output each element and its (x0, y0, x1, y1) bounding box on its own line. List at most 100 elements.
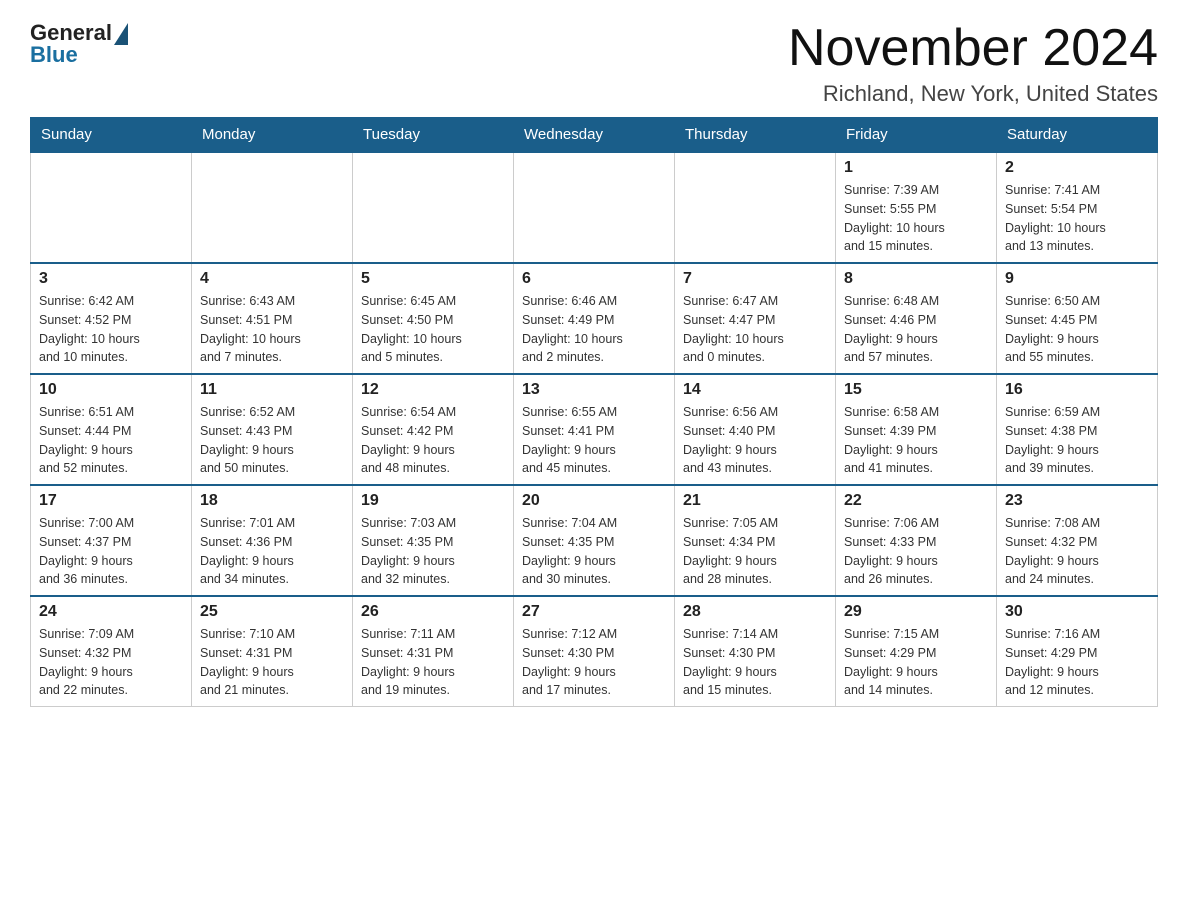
calendar-cell: 16 Sunrise: 6:59 AM Sunset: 4:38 PM Dayli… (997, 374, 1158, 485)
day-number: 12 (361, 381, 505, 399)
day-info: Sunrise: 7:12 AM Sunset: 4:30 PM Dayligh… (522, 625, 666, 700)
calendar-cell: 17 Sunrise: 7:00 AM Sunset: 4:37 PM Dayli… (31, 485, 192, 596)
day-info: Sunrise: 6:59 AM Sunset: 4:38 PM Dayligh… (1005, 403, 1149, 478)
calendar-cell: 9 Sunrise: 6:50 AM Sunset: 4:45 PM Daylig… (997, 263, 1158, 374)
day-info: Sunrise: 7:05 AM Sunset: 4:34 PM Dayligh… (683, 514, 827, 589)
day-number: 6 (522, 270, 666, 288)
calendar-header-monday: Monday (192, 118, 353, 153)
day-number: 14 (683, 381, 827, 399)
calendar-cell: 2Sunrise: 7:41 AM Sunset: 5:54 PM Daylig… (997, 152, 1158, 263)
day-info: Sunrise: 7:01 AM Sunset: 4:36 PM Dayligh… (200, 514, 344, 589)
day-info: Sunrise: 7:10 AM Sunset: 4:31 PM Dayligh… (200, 625, 344, 700)
day-info: Sunrise: 7:14 AM Sunset: 4:30 PM Dayligh… (683, 625, 827, 700)
calendar-header-saturday: Saturday (997, 118, 1158, 153)
day-number: 26 (361, 603, 505, 621)
day-info: Sunrise: 7:00 AM Sunset: 4:37 PM Dayligh… (39, 514, 183, 589)
day-info: Sunrise: 6:51 AM Sunset: 4:44 PM Dayligh… (39, 403, 183, 478)
calendar-cell: 30 Sunrise: 7:16 AM Sunset: 4:29 PM Dayli… (997, 596, 1158, 707)
day-info: Sunrise: 6:48 AM Sunset: 4:46 PM Dayligh… (844, 292, 988, 367)
calendar-cell: 18Sunrise: 7:01 AM Sunset: 4:36 PM Dayli… (192, 485, 353, 596)
day-number: 23 (1005, 492, 1149, 510)
day-info: Sunrise: 7:06 AM Sunset: 4:33 PM Dayligh… (844, 514, 988, 589)
day-number: 17 (39, 492, 183, 510)
calendar-cell: 6 Sunrise: 6:46 AM Sunset: 4:49 PM Daylig… (514, 263, 675, 374)
day-number: 1 (844, 159, 988, 177)
calendar-table: SundayMondayTuesdayWednesdayThursdayFrid… (30, 117, 1158, 707)
calendar-week-row: 24 Sunrise: 7:09 AM Sunset: 4:32 PM Dayli… (31, 596, 1158, 707)
day-info: Sunrise: 6:42 AM Sunset: 4:52 PM Dayligh… (39, 292, 183, 367)
month-title: November 2024 (788, 20, 1158, 77)
calendar-header-friday: Friday (836, 118, 997, 153)
calendar-cell: 7Sunrise: 6:47 AM Sunset: 4:47 PM Daylig… (675, 263, 836, 374)
calendar-cell: 4 Sunrise: 6:43 AM Sunset: 4:51 PM Daylig… (192, 263, 353, 374)
day-number: 3 (39, 270, 183, 288)
calendar-cell: 23 Sunrise: 7:08 AM Sunset: 4:32 PM Dayli… (997, 485, 1158, 596)
calendar-header-thursday: Thursday (675, 118, 836, 153)
calendar-cell: 24 Sunrise: 7:09 AM Sunset: 4:32 PM Dayli… (31, 596, 192, 707)
calendar-cell: 11 Sunrise: 6:52 AM Sunset: 4:43 PM Dayli… (192, 374, 353, 485)
calendar-header-wednesday: Wednesday (514, 118, 675, 153)
calendar-cell: 19 Sunrise: 7:03 AM Sunset: 4:35 PM Dayli… (353, 485, 514, 596)
day-number: 15 (844, 381, 988, 399)
calendar-cell: 28Sunrise: 7:14 AM Sunset: 4:30 PM Dayli… (675, 596, 836, 707)
day-info: Sunrise: 7:08 AM Sunset: 4:32 PM Dayligh… (1005, 514, 1149, 589)
calendar-cell: 1Sunrise: 7:39 AM Sunset: 5:55 PM Daylig… (836, 152, 997, 263)
day-info: Sunrise: 7:16 AM Sunset: 4:29 PM Dayligh… (1005, 625, 1149, 700)
day-number: 25 (200, 603, 344, 621)
calendar-cell: 12 Sunrise: 6:54 AM Sunset: 4:42 PM Dayli… (353, 374, 514, 485)
day-info: Sunrise: 7:04 AM Sunset: 4:35 PM Dayligh… (522, 514, 666, 589)
day-number: 27 (522, 603, 666, 621)
day-number: 11 (200, 381, 344, 399)
day-number: 29 (844, 603, 988, 621)
day-number: 21 (683, 492, 827, 510)
day-number: 8 (844, 270, 988, 288)
day-info: Sunrise: 6:50 AM Sunset: 4:45 PM Dayligh… (1005, 292, 1149, 367)
day-number: 20 (522, 492, 666, 510)
day-info: Sunrise: 6:54 AM Sunset: 4:42 PM Dayligh… (361, 403, 505, 478)
calendar-cell: 5 Sunrise: 6:45 AM Sunset: 4:50 PM Daylig… (353, 263, 514, 374)
calendar-cell: 15Sunrise: 6:58 AM Sunset: 4:39 PM Dayli… (836, 374, 997, 485)
title-block: November 2024 Richland, New York, United… (788, 20, 1158, 107)
calendar-cell: 20 Sunrise: 7:04 AM Sunset: 4:35 PM Dayli… (514, 485, 675, 596)
logo-triangle-icon (114, 23, 128, 45)
day-info: Sunrise: 6:46 AM Sunset: 4:49 PM Dayligh… (522, 292, 666, 367)
day-info: Sunrise: 6:45 AM Sunset: 4:50 PM Dayligh… (361, 292, 505, 367)
day-number: 4 (200, 270, 344, 288)
calendar-week-row: 1Sunrise: 7:39 AM Sunset: 5:55 PM Daylig… (31, 152, 1158, 263)
logo: General Blue (30, 20, 128, 68)
calendar-header-sunday: Sunday (31, 118, 192, 153)
calendar-week-row: 10 Sunrise: 6:51 AM Sunset: 4:44 PM Dayli… (31, 374, 1158, 485)
calendar-cell: 27 Sunrise: 7:12 AM Sunset: 4:30 PM Dayli… (514, 596, 675, 707)
day-info: Sunrise: 7:09 AM Sunset: 4:32 PM Dayligh… (39, 625, 183, 700)
day-number: 16 (1005, 381, 1149, 399)
page-header: General Blue November 2024 Richland, New… (30, 20, 1158, 107)
calendar-header-row: SundayMondayTuesdayWednesdayThursdayFrid… (31, 118, 1158, 153)
calendar-cell: 8 Sunrise: 6:48 AM Sunset: 4:46 PM Daylig… (836, 263, 997, 374)
day-info: Sunrise: 6:52 AM Sunset: 4:43 PM Dayligh… (200, 403, 344, 478)
calendar-week-row: 17 Sunrise: 7:00 AM Sunset: 4:37 PM Dayli… (31, 485, 1158, 596)
day-number: 9 (1005, 270, 1149, 288)
day-number: 30 (1005, 603, 1149, 621)
location-title: Richland, New York, United States (788, 81, 1158, 107)
calendar-cell (675, 152, 836, 263)
calendar-cell: 13Sunrise: 6:55 AM Sunset: 4:41 PM Dayli… (514, 374, 675, 485)
calendar-cell (192, 152, 353, 263)
day-number: 5 (361, 270, 505, 288)
calendar-week-row: 3 Sunrise: 6:42 AM Sunset: 4:52 PM Daylig… (31, 263, 1158, 374)
day-info: Sunrise: 6:43 AM Sunset: 4:51 PM Dayligh… (200, 292, 344, 367)
calendar-header-tuesday: Tuesday (353, 118, 514, 153)
day-number: 10 (39, 381, 183, 399)
day-number: 13 (522, 381, 666, 399)
calendar-cell: 3 Sunrise: 6:42 AM Sunset: 4:52 PM Daylig… (31, 263, 192, 374)
day-number: 19 (361, 492, 505, 510)
calendar-cell (353, 152, 514, 263)
day-info: Sunrise: 7:15 AM Sunset: 4:29 PM Dayligh… (844, 625, 988, 700)
day-number: 24 (39, 603, 183, 621)
day-info: Sunrise: 7:41 AM Sunset: 5:54 PM Dayligh… (1005, 181, 1149, 256)
day-number: 7 (683, 270, 827, 288)
calendar-cell (31, 152, 192, 263)
day-info: Sunrise: 7:03 AM Sunset: 4:35 PM Dayligh… (361, 514, 505, 589)
logo-blue-text: Blue (30, 42, 78, 68)
calendar-cell (514, 152, 675, 263)
day-number: 22 (844, 492, 988, 510)
